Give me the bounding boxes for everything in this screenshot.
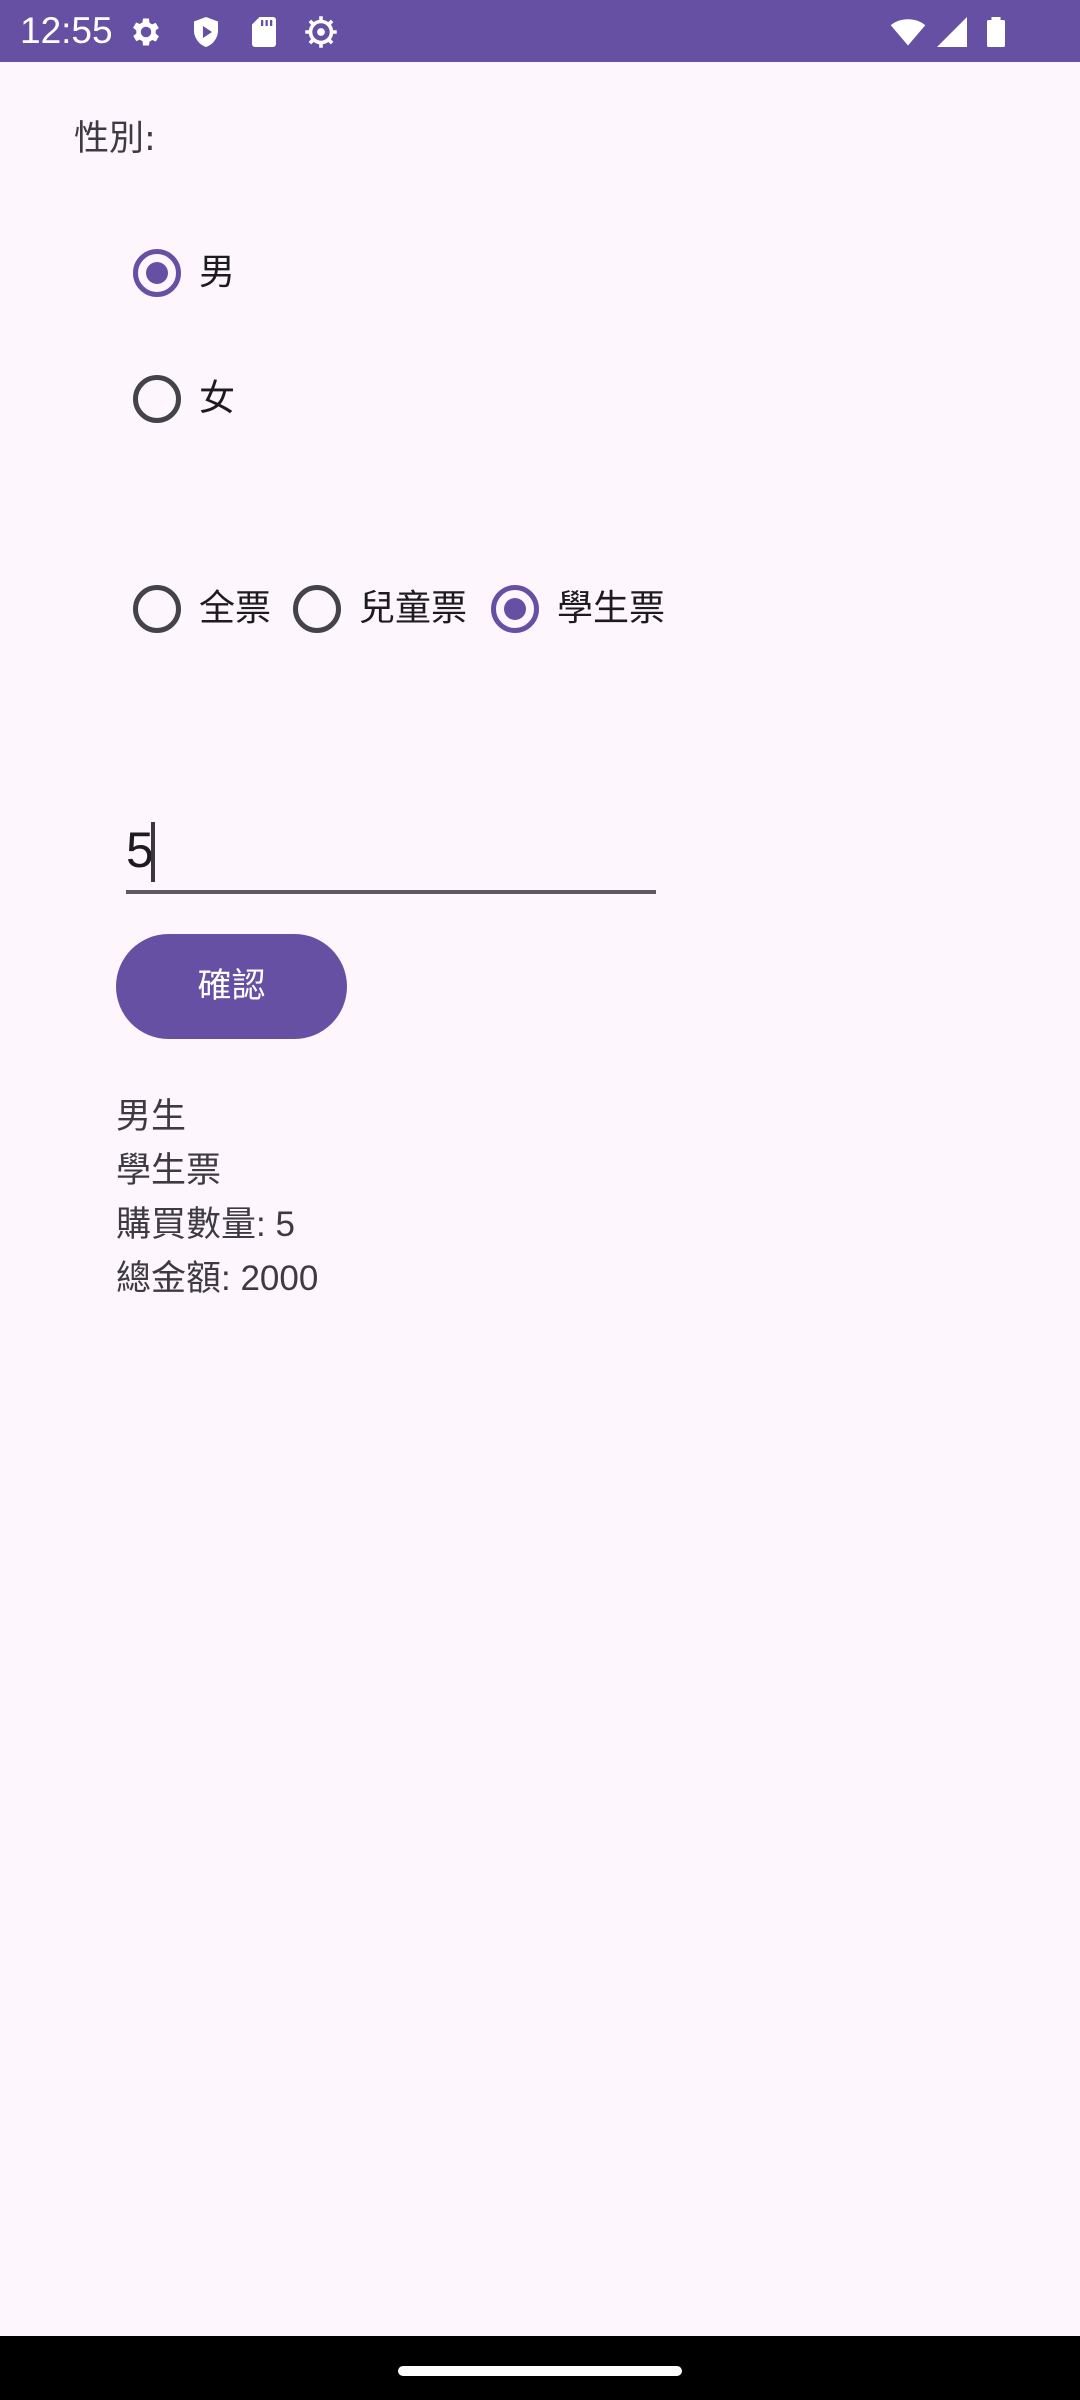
radio-child-ticket-label: 兒童票 xyxy=(359,588,468,629)
radio-full-ticket[interactable]: 全票 xyxy=(133,579,271,639)
sd-card-icon xyxy=(246,14,282,50)
status-bar: 12:55 xyxy=(0,0,1080,62)
play-protect-icon xyxy=(188,14,224,50)
radio-male-indicator[interactable] xyxy=(133,249,181,297)
radio-student-ticket-label: 學生票 xyxy=(557,588,666,629)
gender-label: 性別: xyxy=(74,119,156,159)
radio-full-ticket-indicator[interactable] xyxy=(133,585,181,633)
quantity-input[interactable] xyxy=(126,810,656,894)
radio-male-label: 男 xyxy=(199,252,236,293)
wifi-icon xyxy=(890,14,926,50)
radio-child-ticket-indicator[interactable] xyxy=(293,585,341,633)
radio-female-indicator[interactable] xyxy=(133,375,181,423)
settings-cog-icon xyxy=(303,14,339,50)
status-time: 12:55 xyxy=(20,10,113,51)
battery-icon xyxy=(978,14,1014,50)
result-total: 總金額: 2000 xyxy=(116,1259,319,1298)
result-quantity: 購買數量: 5 xyxy=(116,1205,295,1244)
radio-full-ticket-label: 全票 xyxy=(199,588,272,629)
radio-student-ticket-indicator[interactable] xyxy=(491,585,539,633)
radio-student-ticket[interactable]: 學生票 xyxy=(491,579,665,639)
home-gesture-handle[interactable] xyxy=(398,2366,682,2376)
result-panel: 男生 學生票 購買數量: 5 總金額: 2000 xyxy=(116,1090,318,1306)
result-ticket: 學生票 xyxy=(116,1151,222,1190)
radio-female[interactable]: 女 xyxy=(133,369,235,429)
result-gender: 男生 xyxy=(116,1097,187,1136)
gear-icon xyxy=(128,14,164,50)
navigation-bar xyxy=(0,2336,1080,2400)
radio-child-ticket[interactable]: 兒童票 xyxy=(293,579,467,639)
text-cursor xyxy=(151,822,155,882)
confirm-button[interactable]: 確認 xyxy=(116,934,347,1039)
radio-male[interactable]: 男 xyxy=(133,243,235,303)
radio-female-label: 女 xyxy=(199,378,236,419)
signal-icon xyxy=(934,14,970,50)
